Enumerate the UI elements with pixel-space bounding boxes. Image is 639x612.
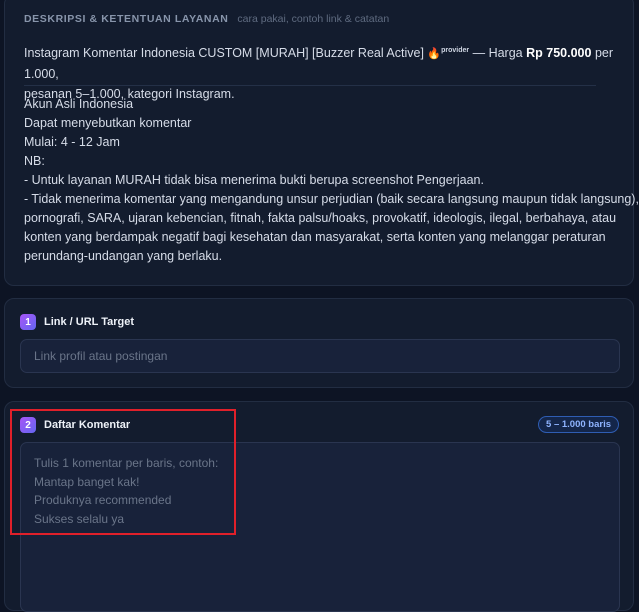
description-line: perundang-undangan yang berlaku. xyxy=(24,249,223,263)
provider-tag: provider xyxy=(441,47,470,54)
link-field-label: Link / URL Target xyxy=(44,316,135,328)
link-field-header: 1 Link / URL Target xyxy=(20,314,134,330)
description-body: Akun Asli Indonesia Dapat menyebutkan ko… xyxy=(24,95,639,266)
description-header: DESKRIPSI & KETENTUAN LAYANAN cara pakai… xyxy=(24,13,389,25)
divider xyxy=(24,85,596,86)
description-title: DESKRIPSI & KETENTUAN LAYANAN xyxy=(24,13,229,25)
price-value: Rp 750.000 xyxy=(526,46,592,61)
comment-field-header: 2 Daftar Komentar xyxy=(20,417,130,433)
link-field-card: 1 Link / URL Target xyxy=(4,298,634,388)
fire-icon: 🔥 xyxy=(427,48,442,61)
comment-field-label: Daftar Komentar xyxy=(44,419,131,431)
description-line: - Tidak menerima komentar yang mengandun… xyxy=(24,192,639,206)
description-line: konten yang berdampak negatif bagi keseh… xyxy=(24,230,606,244)
description-line: Akun Asli Indonesia xyxy=(24,97,134,111)
step-badge-1: 1 xyxy=(20,314,36,330)
link-input[interactable] xyxy=(20,339,620,373)
service-name: Instagram Komentar Indonesia CUSTOM [MUR… xyxy=(24,46,424,61)
description-subtitle: cara pakai, contoh link & catatan xyxy=(237,13,390,25)
description-line: - Untuk layanan MURAH tidak bisa menerim… xyxy=(24,173,484,187)
comment-textarea[interactable] xyxy=(20,442,620,612)
description-card: DESKRIPSI & KETENTUAN LAYANAN cara pakai… xyxy=(4,0,639,286)
description-line: NB: xyxy=(24,154,45,168)
description-line: pornografi, SARA, ujaran kebencian, fitn… xyxy=(24,211,617,225)
description-line: Mulai: 4 - 12 Jam xyxy=(24,135,120,149)
comment-field-card: 2 Daftar Komentar 5 – 1.000 baris xyxy=(4,401,634,612)
line-count-badge: 5 – 1.000 baris xyxy=(538,416,619,433)
description-line: Dapat menyebutkan komentar xyxy=(24,116,192,130)
step-badge-2: 2 xyxy=(20,417,36,433)
price-prefix: — Harga xyxy=(472,46,523,61)
